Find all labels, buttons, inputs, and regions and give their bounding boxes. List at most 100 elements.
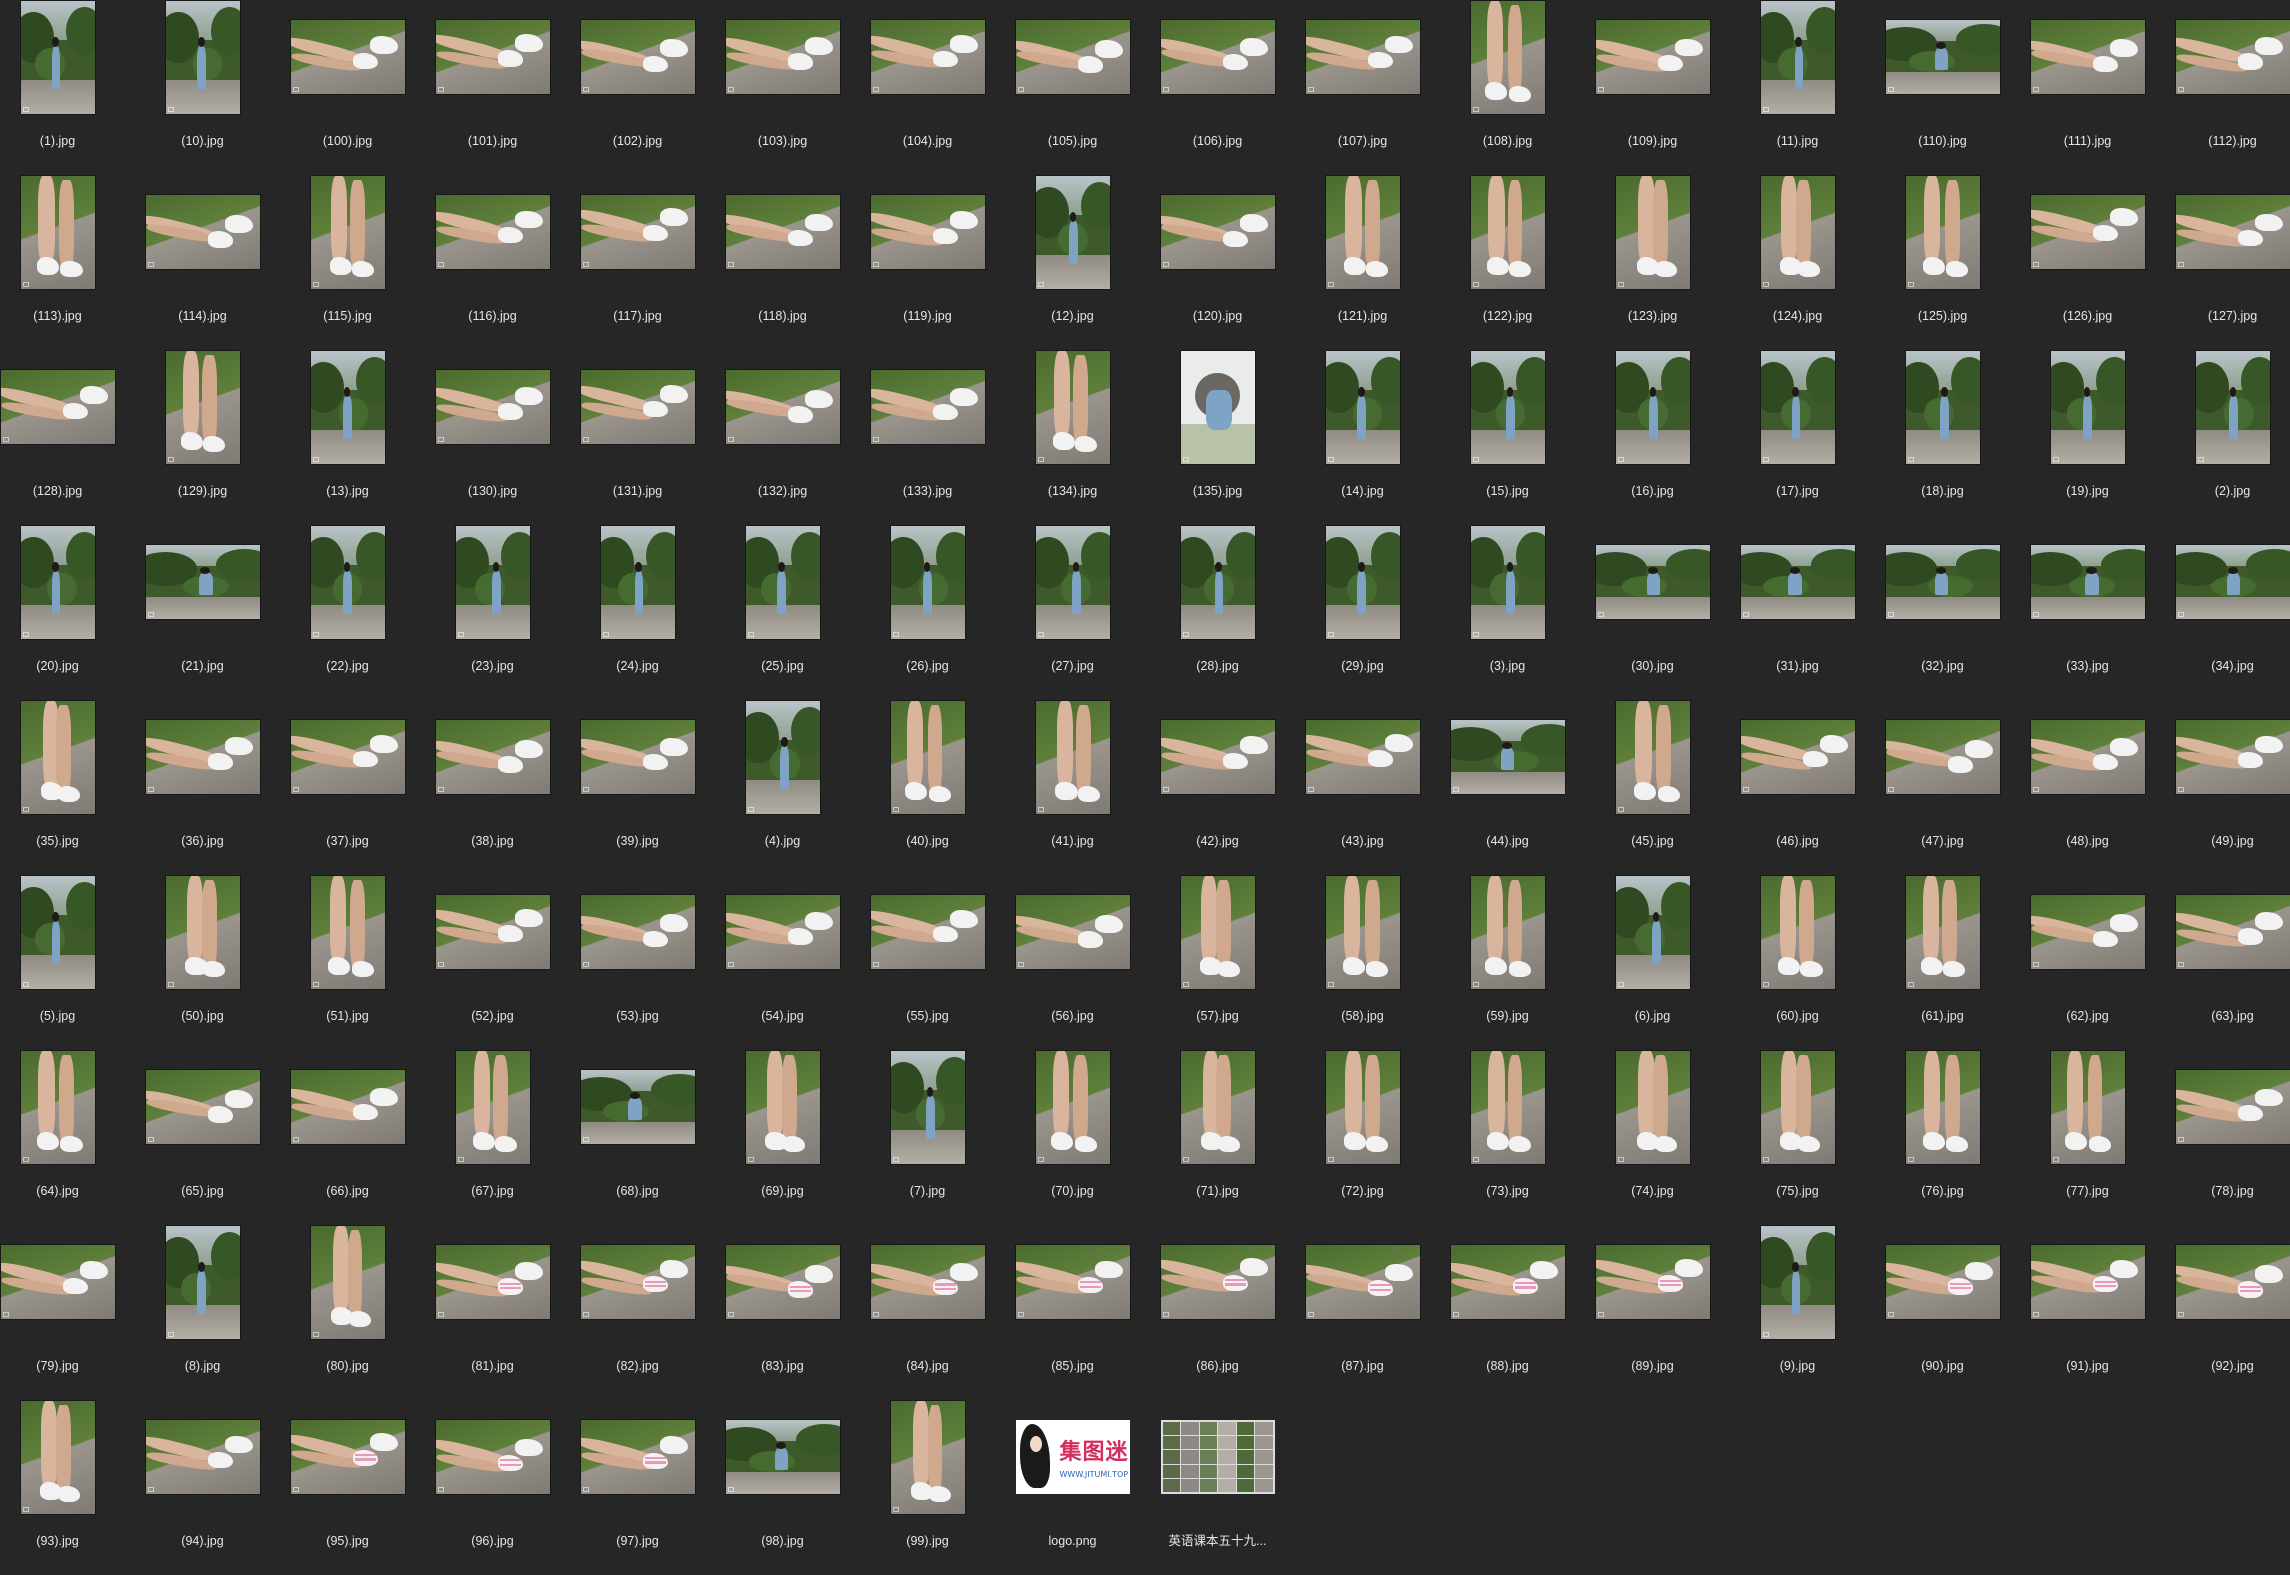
file-item[interactable]: (25).jpg — [710, 525, 855, 700]
file-item[interactable]: (86).jpg — [1145, 1225, 1290, 1400]
file-item[interactable]: (110).jpg — [1870, 0, 2015, 175]
file-item[interactable]: (4).jpg — [710, 700, 855, 875]
file-item[interactable]: 集图迷 WWW.JITUMI.TOP logo.png — [1000, 1400, 1145, 1575]
file-item[interactable]: (68).jpg — [565, 1050, 710, 1225]
file-item[interactable]: (85).jpg — [1000, 1225, 1145, 1400]
file-item[interactable]: (104).jpg — [855, 0, 1000, 175]
file-item[interactable]: (13).jpg — [275, 350, 420, 525]
file-item[interactable]: (5).jpg — [0, 875, 130, 1050]
file-item[interactable]: (33).jpg — [2015, 525, 2160, 700]
file-item[interactable]: (126).jpg — [2015, 175, 2160, 350]
file-item[interactable]: (39).jpg — [565, 700, 710, 875]
file-item[interactable]: (90).jpg — [1870, 1225, 2015, 1400]
file-item[interactable]: (47).jpg — [1870, 700, 2015, 875]
file-item[interactable]: (38).jpg — [420, 700, 565, 875]
file-item[interactable]: (46).jpg — [1725, 700, 1870, 875]
file-item[interactable]: (22).jpg — [275, 525, 420, 700]
file-item[interactable]: (50).jpg — [130, 875, 275, 1050]
file-item[interactable]: (124).jpg — [1725, 175, 1870, 350]
file-item[interactable]: (17).jpg — [1725, 350, 1870, 525]
file-item[interactable]: (74).jpg — [1580, 1050, 1725, 1225]
file-item[interactable]: (37).jpg — [275, 700, 420, 875]
file-item[interactable]: (98).jpg — [710, 1400, 855, 1575]
file-item[interactable]: (132).jpg — [710, 350, 855, 525]
file-item[interactable]: (117).jpg — [565, 175, 710, 350]
file-item[interactable]: (51).jpg — [275, 875, 420, 1050]
file-item[interactable]: (125).jpg — [1870, 175, 2015, 350]
file-item[interactable]: (12).jpg — [1000, 175, 1145, 350]
file-item[interactable]: (29).jpg — [1290, 525, 1435, 700]
file-item[interactable]: (135).jpg — [1145, 350, 1290, 525]
file-item[interactable]: (75).jpg — [1725, 1050, 1870, 1225]
file-item[interactable]: (30).jpg — [1580, 525, 1725, 700]
file-item[interactable]: (18).jpg — [1870, 350, 2015, 525]
file-item[interactable]: (94).jpg — [130, 1400, 275, 1575]
file-item[interactable]: (70).jpg — [1000, 1050, 1145, 1225]
file-item[interactable]: (45).jpg — [1580, 700, 1725, 875]
file-item[interactable]: (59).jpg — [1435, 875, 1580, 1050]
file-item[interactable]: (10).jpg — [130, 0, 275, 175]
file-item[interactable]: (121).jpg — [1290, 175, 1435, 350]
file-item[interactable]: (119).jpg — [855, 175, 1000, 350]
file-item[interactable]: (52).jpg — [420, 875, 565, 1050]
file-item[interactable]: (128).jpg — [0, 350, 130, 525]
file-item[interactable]: (60).jpg — [1725, 875, 1870, 1050]
file-item[interactable]: (2).jpg — [2160, 350, 2290, 525]
file-item[interactable]: (26).jpg — [855, 525, 1000, 700]
file-item[interactable]: (133).jpg — [855, 350, 1000, 525]
file-item[interactable]: (54).jpg — [710, 875, 855, 1050]
file-item[interactable]: (1).jpg — [0, 0, 130, 175]
file-item[interactable]: (91).jpg — [2015, 1225, 2160, 1400]
file-item[interactable]: (19).jpg — [2015, 350, 2160, 525]
file-item[interactable]: (114).jpg — [130, 175, 275, 350]
file-item[interactable]: (129).jpg — [130, 350, 275, 525]
file-item[interactable]: (58).jpg — [1290, 875, 1435, 1050]
file-item[interactable]: (95).jpg — [275, 1400, 420, 1575]
file-item[interactable]: (87).jpg — [1290, 1225, 1435, 1400]
file-item[interactable]: (111).jpg — [2015, 0, 2160, 175]
file-item[interactable]: (113).jpg — [0, 175, 130, 350]
file-item[interactable]: (9).jpg — [1725, 1225, 1870, 1400]
file-item[interactable]: (127).jpg — [2160, 175, 2290, 350]
file-item[interactable]: (71).jpg — [1145, 1050, 1290, 1225]
file-item[interactable]: (14).jpg — [1290, 350, 1435, 525]
file-item[interactable]: (34).jpg — [2160, 525, 2290, 700]
file-item[interactable]: (23).jpg — [420, 525, 565, 700]
file-item[interactable]: (62).jpg — [2015, 875, 2160, 1050]
file-item[interactable]: (65).jpg — [130, 1050, 275, 1225]
file-item[interactable]: (36).jpg — [130, 700, 275, 875]
file-item[interactable]: (48).jpg — [2015, 700, 2160, 875]
file-item[interactable]: (120).jpg — [1145, 175, 1290, 350]
file-item[interactable]: (7).jpg — [855, 1050, 1000, 1225]
file-item[interactable]: (66).jpg — [275, 1050, 420, 1225]
file-item[interactable]: (72).jpg — [1290, 1050, 1435, 1225]
file-item[interactable]: (100).jpg — [275, 0, 420, 175]
file-item[interactable]: (21).jpg — [130, 525, 275, 700]
file-item[interactable]: (76).jpg — [1870, 1050, 2015, 1225]
file-item[interactable]: (77).jpg — [2015, 1050, 2160, 1225]
file-item[interactable]: (55).jpg — [855, 875, 1000, 1050]
file-item[interactable]: (102).jpg — [565, 0, 710, 175]
file-item[interactable]: (84).jpg — [855, 1225, 1000, 1400]
file-item[interactable]: (32).jpg — [1870, 525, 2015, 700]
file-item[interactable]: (83).jpg — [710, 1225, 855, 1400]
file-item[interactable]: (107).jpg — [1290, 0, 1435, 175]
file-item[interactable]: (123).jpg — [1580, 175, 1725, 350]
file-item[interactable]: (31).jpg — [1725, 525, 1870, 700]
file-item[interactable]: (64).jpg — [0, 1050, 130, 1225]
file-item[interactable]: (35).jpg — [0, 700, 130, 875]
file-item[interactable]: (67).jpg — [420, 1050, 565, 1225]
file-item[interactable]: (103).jpg — [710, 0, 855, 175]
file-item[interactable]: (78).jpg — [2160, 1050, 2290, 1225]
file-item[interactable]: (88).jpg — [1435, 1225, 1580, 1400]
file-item[interactable]: (69).jpg — [710, 1050, 855, 1225]
file-item[interactable]: (134).jpg — [1000, 350, 1145, 525]
file-item[interactable]: (8).jpg — [130, 1225, 275, 1400]
file-item[interactable]: (109).jpg — [1580, 0, 1725, 175]
file-item[interactable]: (99).jpg — [855, 1400, 1000, 1575]
file-item[interactable]: (93).jpg — [0, 1400, 130, 1575]
file-item[interactable]: (11).jpg — [1725, 0, 1870, 175]
file-item[interactable]: (82).jpg — [565, 1225, 710, 1400]
file-item[interactable]: (40).jpg — [855, 700, 1000, 875]
file-item[interactable]: (73).jpg — [1435, 1050, 1580, 1225]
